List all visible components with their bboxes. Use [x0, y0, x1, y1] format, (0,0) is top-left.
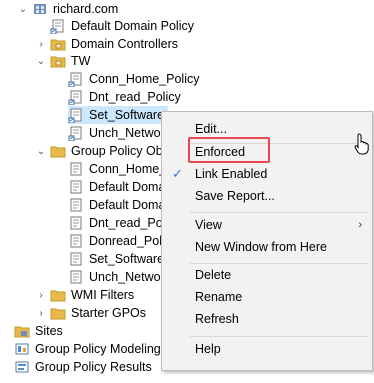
chevron-right-icon[interactable]: › — [36, 290, 46, 301]
menu-item-new-window[interactable]: New Window from Here — [162, 236, 372, 258]
tree-item-label: Default Doma — [89, 180, 166, 194]
menu-item-help[interactable]: Help — [162, 338, 372, 360]
chevron-down-icon[interactable]: ⌄ — [36, 146, 46, 157]
tree-item-label: Dnt_read_Pol — [89, 216, 166, 230]
folder-icon — [50, 287, 66, 303]
tree-item-gpo-unch-netwo[interactable]: Unch_Netwo — [68, 268, 161, 286]
tree-item-label: Set_Software — [89, 108, 165, 122]
gpo-icon — [68, 233, 84, 249]
menu-item-label: View — [195, 218, 222, 232]
tree-item-label: Unch_Netwo — [89, 126, 161, 140]
ou-folder-icon — [50, 36, 66, 52]
tree-item-starter-gpos[interactable]: › Starter GPOs — [36, 304, 146, 322]
tree-item-label: Donread_Poli — [89, 234, 165, 248]
tree-item-gpo-default-domain-1[interactable]: Default Doma — [68, 178, 165, 196]
chevron-down-icon[interactable]: ⌄ — [36, 56, 46, 67]
tree-item-gpo-donread[interactable]: Donread_Poli — [68, 232, 165, 250]
chevron-right-icon[interactable]: › — [36, 308, 46, 319]
tree-item-group-policy-modeling[interactable]: Group Policy Modeling — [14, 340, 161, 358]
tree-item-label: richard.com — [53, 2, 119, 16]
gpo-icon — [68, 161, 84, 177]
tree-item-wmi-filters[interactable]: › WMI Filters — [36, 286, 134, 304]
sites-icon — [14, 323, 30, 339]
tree-item-label: Default Domain Policy — [71, 19, 194, 33]
menu-item-save-report[interactable]: Save Report... — [162, 185, 372, 207]
menu-item-label: Help — [195, 342, 221, 356]
menu-item-view[interactable]: View › — [162, 214, 372, 236]
tree-item-label: WMI Filters — [71, 288, 135, 302]
tree-item-label: Conn_Home_ — [89, 162, 167, 176]
tree-item-label: Dnt_read_Policy — [89, 90, 181, 104]
gpo-icon — [68, 179, 84, 195]
gpo-icon — [68, 215, 84, 231]
tree-item-gpo-dnt-read[interactable]: Dnt_read_Pol — [68, 214, 165, 232]
gpo-link-icon — [68, 71, 84, 87]
ou-folder-icon — [50, 53, 66, 69]
tree-item-group-policy-results[interactable]: Group Policy Results — [14, 358, 152, 376]
tree-item-label: Unch_Netwo — [89, 270, 161, 284]
tree-item-sites[interactable]: Sites — [14, 322, 63, 340]
tree-item-label: Group Policy Modeling — [35, 342, 161, 356]
results-icon — [14, 359, 30, 375]
tree-item-conn-home-policy-link[interactable]: Conn_Home_Policy — [68, 70, 199, 88]
menu-item-label: Delete — [195, 268, 232, 282]
tree-item-label: Group Policy Results — [35, 360, 152, 374]
menu-item-label: New Window from Here — [195, 240, 327, 254]
chevron-down-icon[interactable]: ⌄ — [18, 4, 28, 15]
tree-item-label: Set_Software — [89, 252, 165, 266]
tree-item-richard-com[interactable]: ⌄ richard.com — [18, 0, 119, 18]
tree-item-group-policy-objects[interactable]: ⌄ Group Policy Ob — [36, 142, 163, 160]
submenu-arrow-icon: › — [358, 219, 362, 231]
gpo-icon — [68, 197, 84, 213]
tree-item-label: TW — [71, 54, 91, 68]
tree-item-domain-controllers[interactable]: › Domain Controllers — [36, 35, 178, 53]
checkmark-icon: ✓ — [172, 166, 183, 181]
gpo-icon — [68, 251, 84, 267]
menu-item-label: Refresh — [195, 312, 239, 326]
menu-item-label: Save Report... — [195, 189, 275, 203]
tree-item-label: Sites — [35, 324, 63, 338]
tree-item-default-domain-policy[interactable]: Default Domain Policy — [50, 17, 194, 35]
tree-item-gpo-set-software[interactable]: Set_Software — [68, 250, 164, 268]
modeling-icon — [14, 341, 30, 357]
menu-item-rename[interactable]: Rename — [162, 286, 372, 308]
enforced-highlight-box — [188, 137, 270, 163]
tree-item-label: Starter GPOs — [71, 306, 147, 320]
tree-item-set-software-link[interactable]: Set_Software — [68, 106, 168, 124]
tree-item-dnt-read-policy-link[interactable]: Dnt_read_Policy — [68, 88, 181, 106]
hand-pointer-icon — [354, 133, 370, 158]
tree-item-label: Default Doma — [89, 198, 166, 212]
folder-icon — [50, 305, 66, 321]
gpo-link-icon — [50, 18, 66, 34]
folder-icon — [50, 143, 66, 159]
tree-item-tw[interactable]: ⌄ TW — [36, 52, 91, 70]
menu-separator — [190, 336, 368, 337]
gpo-link-icon — [68, 89, 84, 105]
gpo-icon — [68, 269, 84, 285]
gpo-link-icon — [68, 107, 84, 123]
tree-item-label: Group Policy Ob — [71, 144, 163, 158]
menu-item-refresh[interactable]: Refresh — [162, 308, 372, 330]
tree-item-gpo-default-domain-2[interactable]: Default Doma — [68, 196, 165, 214]
menu-item-label: Link Enabled — [195, 167, 268, 181]
tree-item-unch-netwo-link[interactable]: Unch_Netwo — [68, 124, 161, 142]
menu-item-label: Edit... — [195, 122, 227, 136]
tree-item-gpo-conn-home[interactable]: Conn_Home_ — [68, 160, 166, 178]
chevron-right-icon[interactable]: › — [36, 39, 46, 50]
menu-item-link-enabled[interactable]: ✓ Link Enabled — [162, 163, 372, 185]
gpo-link-icon — [68, 125, 84, 141]
domain-icon — [32, 1, 48, 17]
tree-item-label: Conn_Home_Policy — [89, 72, 200, 86]
menu-item-label: Rename — [195, 290, 243, 304]
menu-item-delete[interactable]: Delete — [162, 264, 372, 286]
menu-separator — [190, 212, 368, 213]
tree-item-label: Domain Controllers — [71, 37, 178, 51]
